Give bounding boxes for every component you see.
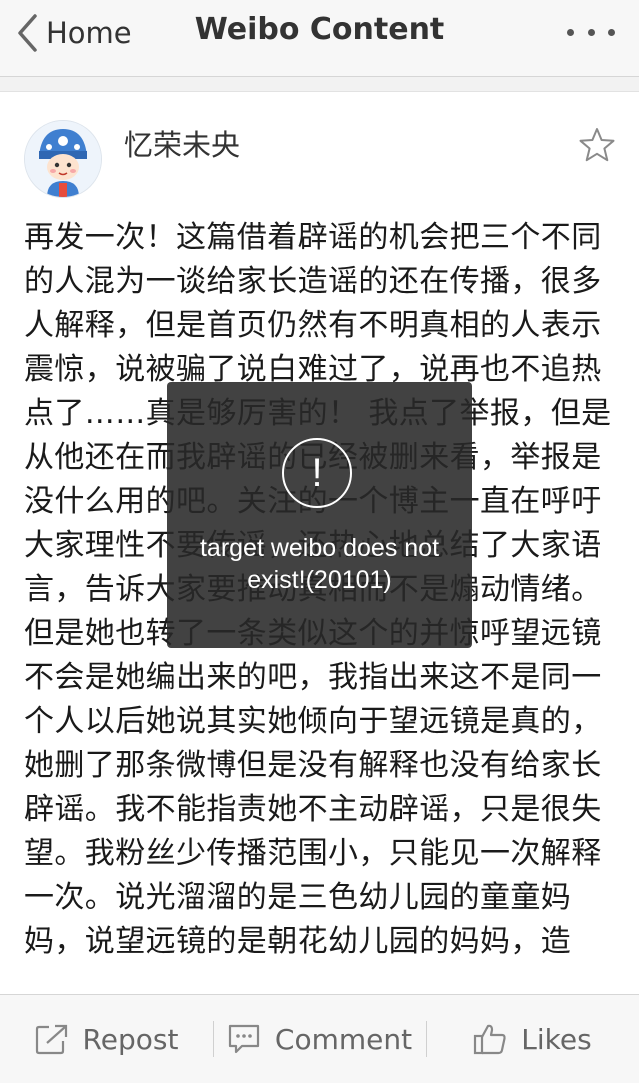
back-label: Home bbox=[46, 16, 132, 50]
toast-message: target weibo does not exist!(20101) bbox=[199, 534, 440, 594]
avatar[interactable] bbox=[24, 120, 102, 198]
top-navigation-bar: Home Weibo Content bbox=[0, 0, 639, 77]
likes-button[interactable]: Likes bbox=[426, 995, 639, 1083]
share-out-icon bbox=[35, 1023, 83, 1055]
back-button[interactable]: Home bbox=[16, 8, 132, 58]
error-toast: ! target weibo does not exist!(20101) bbox=[167, 382, 472, 648]
username[interactable]: 忆荣未央 bbox=[124, 122, 240, 164]
exclamation-circle-icon: ! bbox=[282, 438, 352, 508]
bottom-toolbar: Repost Comment Likes bbox=[0, 994, 639, 1083]
more-dot bbox=[587, 28, 595, 36]
avatar-image bbox=[25, 121, 101, 197]
thumbs-up-icon bbox=[473, 1022, 521, 1056]
likes-label: Likes bbox=[521, 1022, 592, 1056]
more-dot bbox=[608, 28, 615, 36]
comment-button[interactable]: Comment bbox=[213, 995, 426, 1083]
more-dots-icon[interactable] bbox=[567, 20, 615, 44]
repost-label: Repost bbox=[82, 1022, 179, 1056]
chevron-left-icon bbox=[16, 13, 38, 53]
section-divider bbox=[0, 77, 639, 92]
more-dot bbox=[567, 28, 574, 36]
star-outline-icon[interactable] bbox=[578, 126, 616, 164]
comment-label: Comment bbox=[274, 1022, 413, 1056]
comment-bubble-icon bbox=[227, 1023, 275, 1055]
repost-button[interactable]: Repost bbox=[0, 995, 213, 1083]
